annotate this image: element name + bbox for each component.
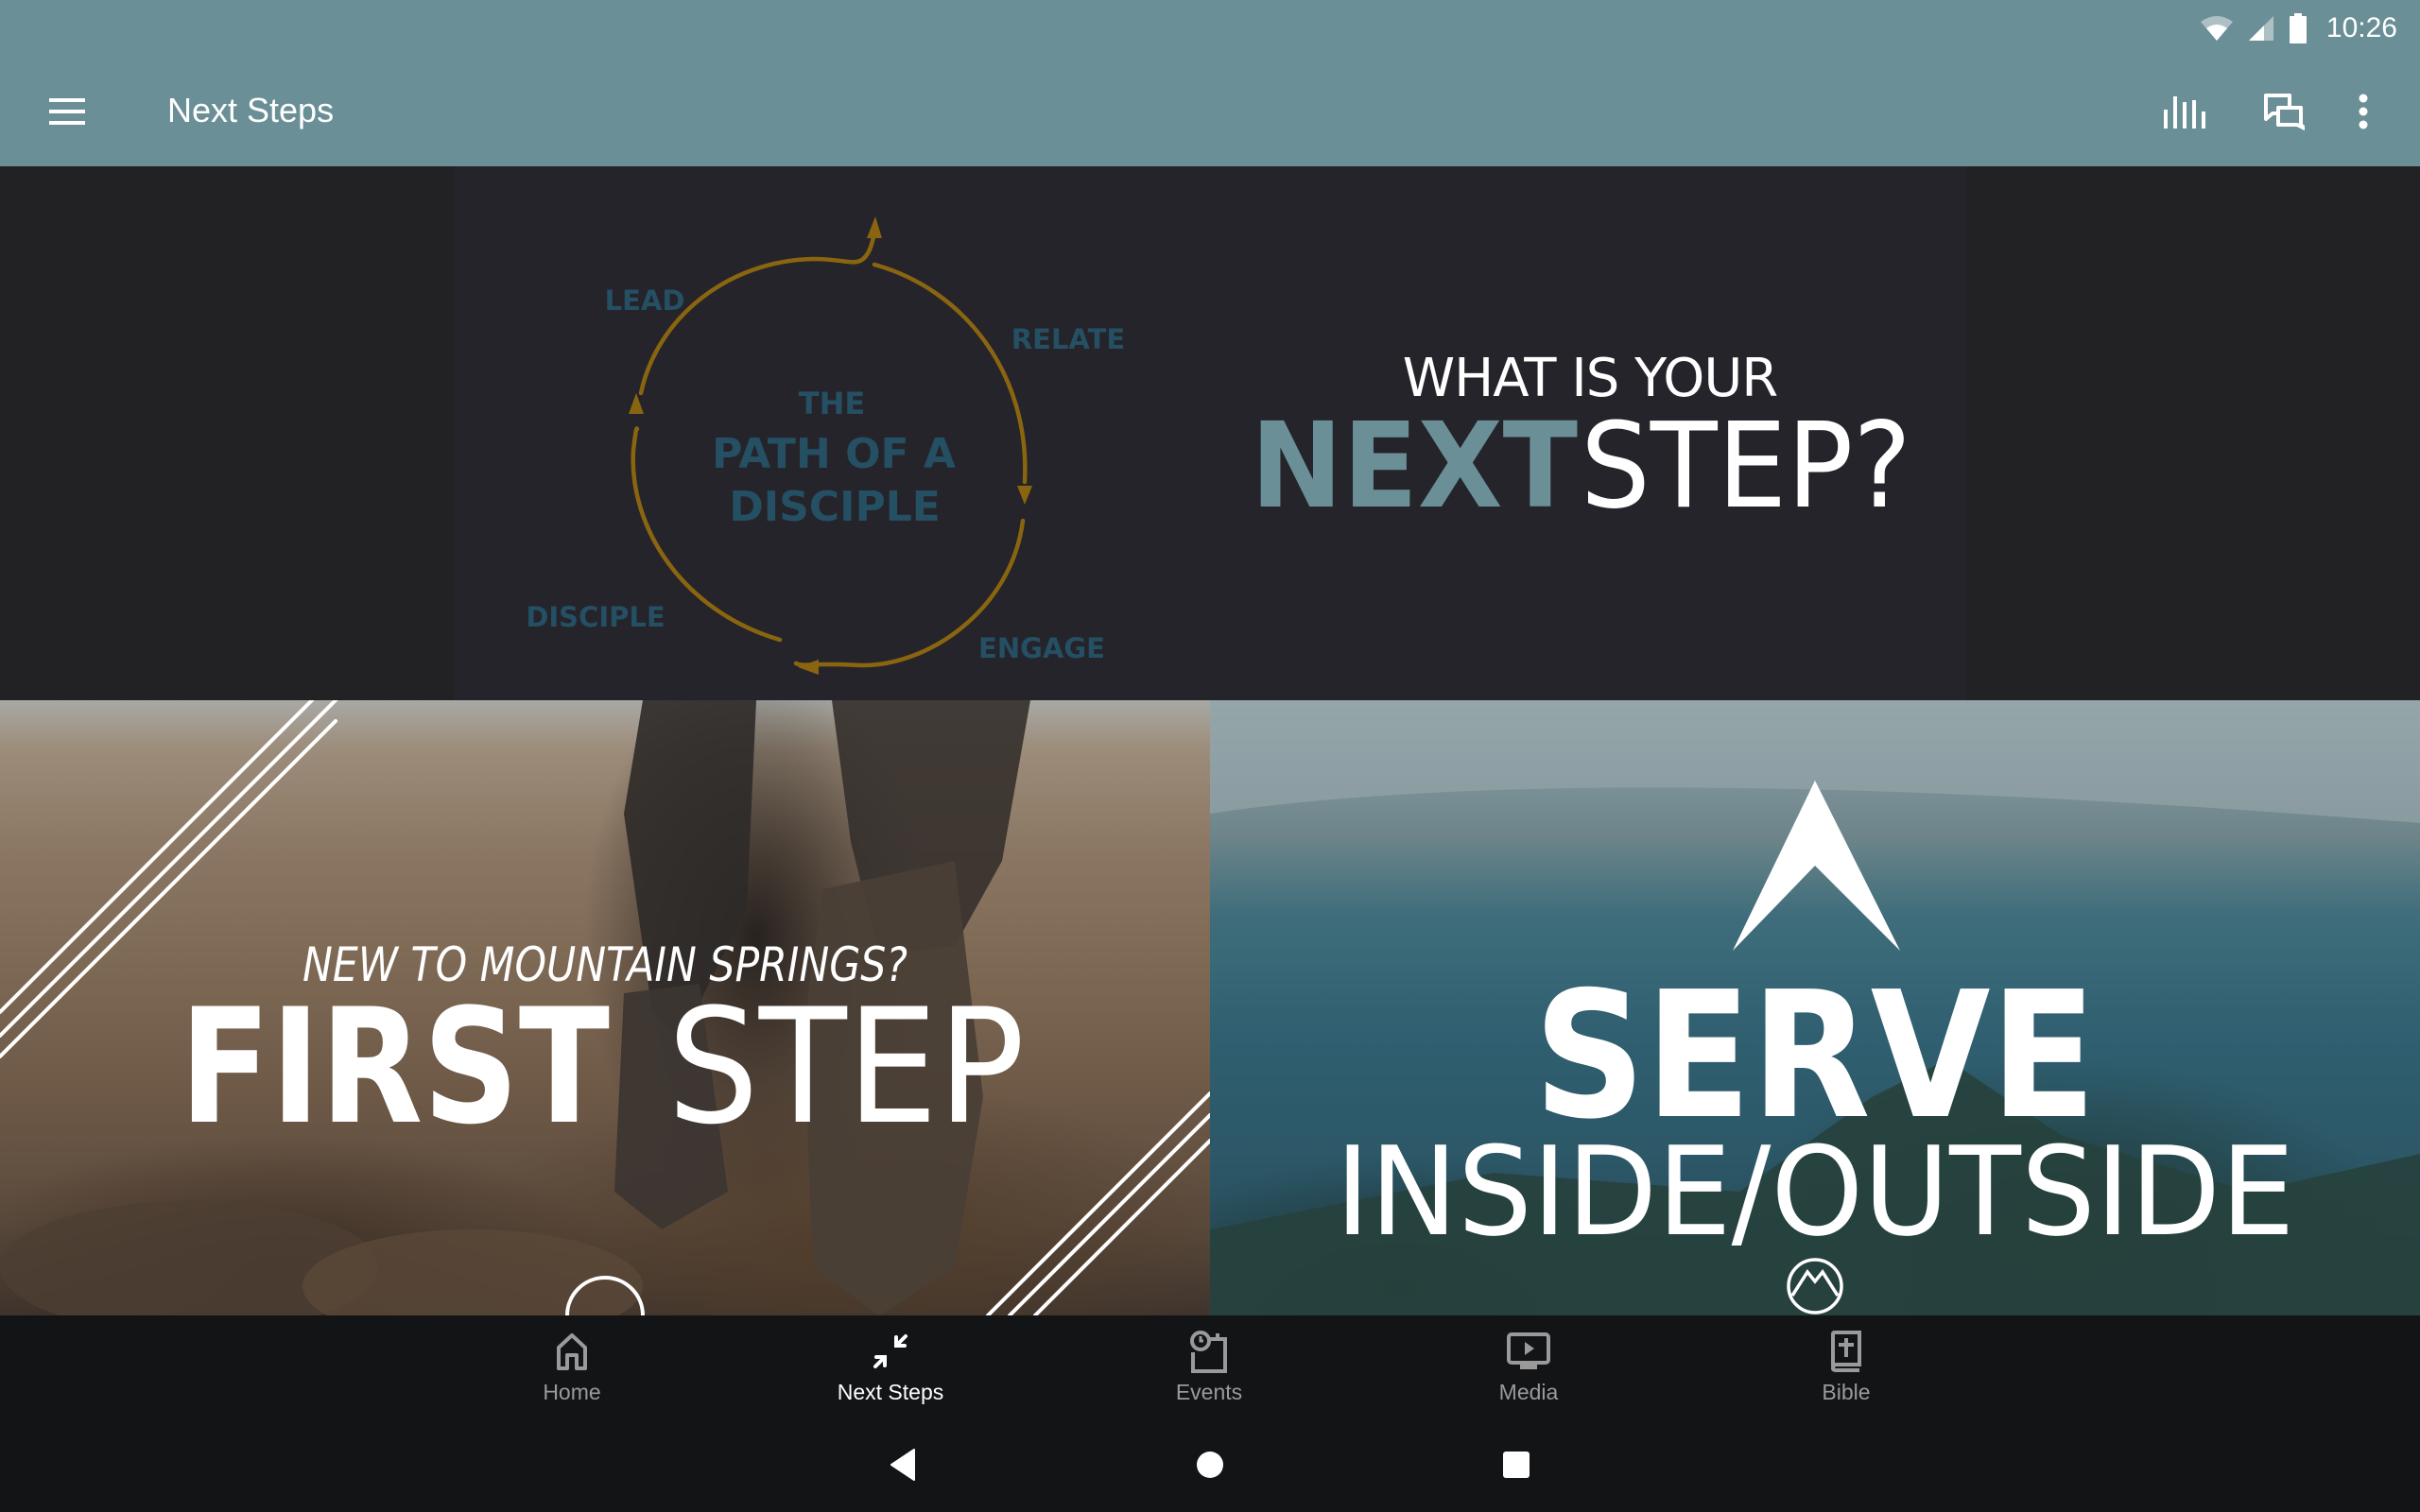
hamburger-menu-icon [49, 98, 85, 125]
status-icons: 10:26 [2200, 6, 2397, 51]
banner-image: THE PATH OF A DISCIPLE LEAD RELATE ENGAG… [454, 166, 1966, 700]
diagram-label-disciple: DISCIPLE [526, 601, 665, 633]
nav-item-bible[interactable]: Bible [1742, 1315, 1950, 1418]
nav-label-next-steps: Next Steps [837, 1380, 944, 1404]
nav-item-home[interactable]: Home [468, 1315, 676, 1418]
events-icon [1190, 1331, 1227, 1373]
nav-label-bible: Bible [1822, 1380, 1871, 1404]
audio-bars-icon [2164, 96, 2205, 129]
diagram-label-relate: RELATE [1011, 323, 1125, 355]
diagram-center-line1: THE [799, 386, 865, 421]
page-title: Next Steps [167, 91, 335, 129]
arrow-head-right [1017, 486, 1032, 505]
bottom-navigation: Home Next Steps Events Media Bible [0, 1315, 2420, 1418]
serve-card[interactable]: SERVE INSIDE/OUTSIDE [1210, 700, 2420, 1315]
first-step-title-bold: FIRST [180, 974, 610, 1160]
system-recents-button[interactable] [1488, 1441, 1545, 1488]
cell-signal-icon [2248, 16, 2273, 41]
back-triangle-icon [890, 1449, 915, 1481]
diagram-center-line3: DISCIPLE [729, 483, 941, 531]
nav-item-media[interactable]: Media [1425, 1315, 1633, 1418]
next-steps-banner[interactable]: THE PATH OF A DISCIPLE LEAD RELATE ENGAG… [0, 166, 2420, 700]
diagram-center-line2: PATH OF A [712, 430, 956, 478]
overflow-menu-button[interactable] [2335, 83, 2392, 140]
chat-button[interactable] [2256, 83, 2312, 140]
home-circle-icon [1197, 1452, 1223, 1478]
nav-label-events: Events [1175, 1380, 1243, 1404]
next-steps-cards: NEW TO MOUNTAIN SPRINGS? FIRST STEP SERV… [0, 700, 2420, 1315]
nav-item-next-steps[interactable]: Next Steps [786, 1315, 994, 1418]
app-bar: Next Steps [0, 57, 2420, 166]
status-bar: 10:26 [0, 0, 2420, 57]
nav-label-home: Home [543, 1380, 601, 1404]
battery-icon [2289, 13, 2307, 43]
nav-item-events[interactable]: Events [1105, 1315, 1313, 1418]
next-steps-icon [873, 1334, 908, 1368]
serve-title-light: INSIDE/OUTSIDE [1336, 1120, 2295, 1263]
arrow-head-bottom [798, 660, 819, 675]
home-icon [557, 1333, 587, 1370]
audio-button[interactable] [2157, 83, 2214, 140]
navigation-drawer-button[interactable] [34, 89, 100, 134]
mountain-peak-logo-icon [1733, 781, 1900, 951]
media-icon [1507, 1332, 1550, 1369]
first-step-title-light: STEP [667, 974, 1025, 1160]
arrow-head-top [867, 216, 882, 238]
system-home-button[interactable] [1182, 1441, 1238, 1488]
wifi-icon [2200, 16, 2233, 41]
chat-icon [2264, 94, 2305, 130]
first-step-card[interactable]: NEW TO MOUNTAIN SPRINGS? FIRST STEP [0, 700, 1210, 1315]
headline-step: STEP? [1581, 398, 1911, 535]
system-back-button[interactable] [874, 1441, 931, 1488]
recents-square-icon [1503, 1452, 1530, 1478]
status-time: 10:26 [2325, 12, 2397, 43]
arrow-head-left [629, 393, 644, 414]
bible-icon [1830, 1331, 1861, 1372]
overflow-menu-icon [2359, 94, 2368, 129]
headline-next: NEXT [1251, 398, 1578, 535]
diagram-label-engage: ENGAGE [978, 632, 1105, 664]
system-navigation-bar [0, 1418, 2420, 1512]
nav-label-media: Media [1498, 1380, 1559, 1404]
diagram-label-lead: LEAD [605, 284, 685, 317]
